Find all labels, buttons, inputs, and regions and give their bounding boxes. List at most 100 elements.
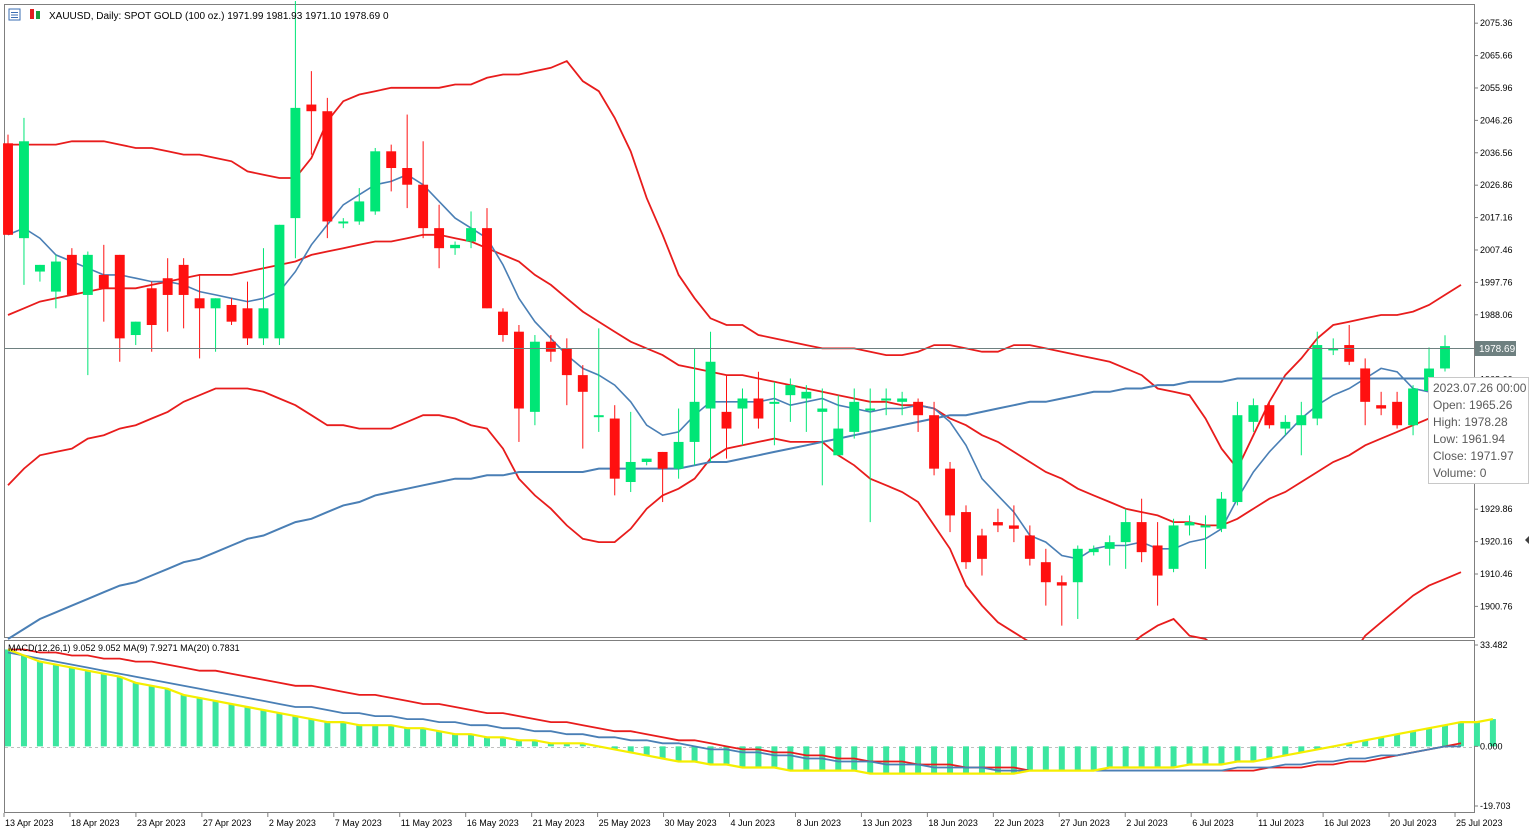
price-tick-label: 1988.06: [1480, 310, 1513, 320]
price-tick-label: 1900.76: [1480, 601, 1513, 611]
candle-body: [529, 341, 540, 412]
current-price-label: 1978.69: [1479, 344, 1516, 355]
macd-histogram-bar: [180, 694, 187, 747]
time-axis: 13 Apr 2023 18 Apr 2023 23 Apr 2023 27 Apr …: [3, 813, 1503, 828]
macd-histogram-bar: [1234, 746, 1241, 762]
candle-body: [226, 304, 237, 322]
candle-body: [561, 348, 572, 376]
macd-histogram-bar: [1186, 746, 1193, 765]
candle-body: [242, 308, 253, 339]
candle-body: [274, 224, 285, 339]
price-panel[interactable]: [3, 0, 1475, 681]
price-tick-label: 2055.96: [1480, 83, 1513, 93]
price-tick-label: 1910.46: [1480, 569, 1513, 579]
time-tick-label: 8 Jun 2023: [796, 818, 841, 828]
candle-body: [753, 398, 764, 419]
candle-body: [210, 298, 221, 309]
candle-body: [1312, 345, 1323, 419]
time-tick-label: 6 Jul 2023: [1192, 818, 1234, 828]
candle-body: [1344, 345, 1355, 362]
candle-body: [1008, 525, 1019, 529]
candle: [1168, 518, 1179, 573]
macd-histogram-bar: [1170, 746, 1177, 768]
candle-body: [114, 254, 125, 339]
candle-body: [1280, 421, 1291, 429]
candle: [274, 224, 285, 346]
candle-body: [3, 143, 13, 235]
candle-body: [1136, 522, 1147, 553]
candle-body: [1264, 405, 1275, 426]
macd-histogram-bar: [1010, 746, 1017, 774]
macd-histogram-bar: [1154, 746, 1161, 768]
macd-histogram-bar: [404, 728, 411, 747]
svg-text:XAUUSD, Daily: SPOT GOLD (100: XAUUSD, Daily: SPOT GOLD (100 oz.) 1971.…: [49, 11, 389, 22]
candle-body: [769, 401, 780, 404]
macd-histogram-bar: [771, 746, 778, 768]
candle-body: [34, 264, 45, 272]
tooltip-date: 2023.07.26 00:00: [1433, 381, 1527, 395]
macd-histogram-bar: [228, 703, 235, 747]
macd-histogram-bar: [84, 670, 91, 747]
macd-histogram-bar: [276, 713, 283, 747]
candle-body: [1056, 582, 1067, 586]
price-tick-label: 2026.86: [1480, 180, 1513, 190]
macd-histogram-bar: [148, 685, 155, 747]
candle-body: [1040, 562, 1051, 583]
candle-body: [450, 244, 461, 249]
candle-body: [306, 104, 317, 112]
macd-panel[interactable]: [4, 640, 1496, 813]
macd-histogram-bar: [691, 746, 698, 762]
macd-histogram-bar: [899, 746, 906, 774]
macd-histogram-bar: [340, 722, 347, 747]
time-tick-label: 25 Jul 2023: [1456, 818, 1503, 828]
macd-histogram-bar: [1122, 746, 1129, 768]
candle-body: [434, 228, 445, 249]
macd-histogram-bar: [1090, 746, 1097, 771]
candle-body: [162, 278, 173, 295]
macd-histogram-bar: [659, 746, 666, 759]
candle-body: [194, 298, 205, 309]
macd-histogram-bar: [1042, 746, 1049, 771]
macd-histogram-bar: [1138, 746, 1145, 768]
candle-body: [498, 311, 508, 336]
price-tick-label: 2046.26: [1480, 115, 1513, 125]
candle-body: [1216, 498, 1227, 529]
candle-body: [961, 512, 971, 563]
chart-canvas: 2075.36 2065.66 2055.96 2046.26 2036.56 2026.…: [3, 0, 1529, 828]
ohlc-values: 1971.99 1981.93 1971.10 1978.69 0: [227, 11, 389, 22]
tooltip-high: High: 1978.28: [1433, 415, 1508, 429]
price-tick-label: 2017.16: [1480, 213, 1513, 223]
macd-histogram-bar: [963, 746, 969, 774]
macd-histogram-bar: [1074, 746, 1081, 771]
time-tick-label: 18 Apr 2023: [71, 818, 120, 828]
chart-shift-handle[interactable]: [1525, 536, 1529, 544]
macd-tick-label: -19.703: [1480, 801, 1511, 811]
time-tick-label: 13 Apr 2023: [5, 818, 54, 828]
macd-histogram-bar: [308, 719, 315, 747]
time-tick-label: 16 Jul 2023: [1324, 818, 1371, 828]
macd-histogram-bar: [5, 649, 11, 747]
candle: [1232, 401, 1243, 506]
macd-histogram-bar: [787, 746, 794, 771]
macd-histogram-bar: [388, 725, 395, 747]
macd-histogram-bar: [1058, 746, 1065, 771]
macd-histogram-bar: [1457, 722, 1464, 747]
macd-histogram-bar: [484, 737, 490, 747]
candle-body: [19, 141, 29, 239]
price-panel-frame: [4, 4, 1475, 638]
macd-histogram-bar: [68, 667, 75, 747]
macd-histogram-bar: [1106, 746, 1113, 768]
candle-body: [370, 151, 381, 212]
candle-body: [258, 308, 269, 339]
macd-histogram-bar: [1426, 728, 1433, 747]
price-tick-label: 2007.46: [1480, 245, 1513, 255]
candle-body: [689, 401, 700, 442]
candle-body: [146, 288, 157, 326]
time-tick-label: 27 Jun 2023: [1060, 818, 1110, 828]
macd-histogram-bar: [132, 682, 139, 747]
ohlc-tooltip: 2023.07.26 00:00 Open: 1965.26 High: 197…: [1428, 377, 1529, 484]
candle-body: [705, 361, 716, 409]
window-menu-icon[interactable]: [8, 8, 21, 21]
tooltip-volume: Volume: 0: [1433, 466, 1487, 480]
candle-body: [992, 522, 1003, 526]
